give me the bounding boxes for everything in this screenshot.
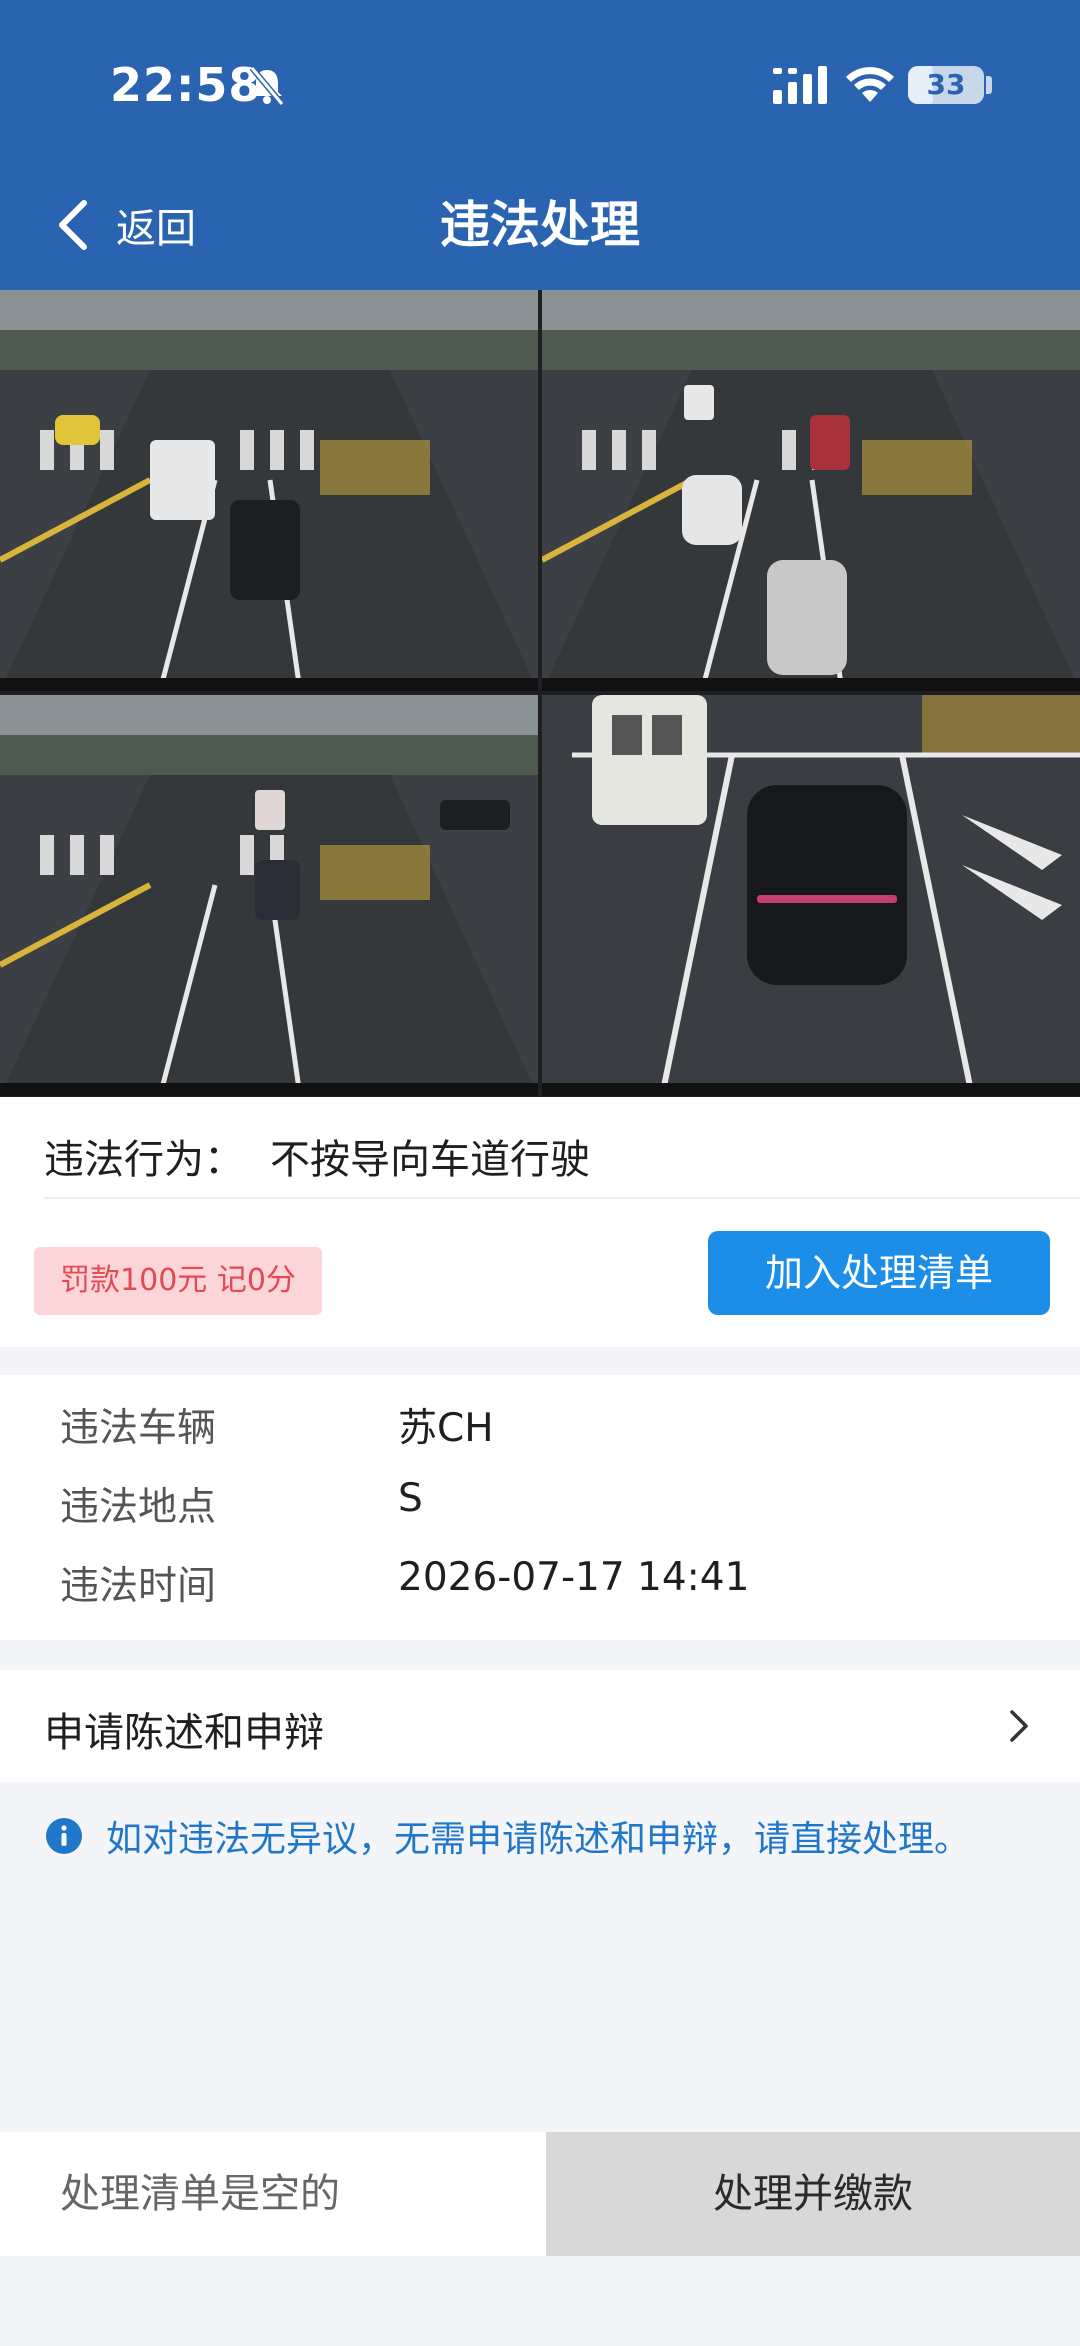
road-camera-image: [0, 290, 538, 691]
violation-behavior-row: 违法行为： 不按导向车道行驶: [44, 1127, 590, 1185]
divider: [44, 1197, 1080, 1199]
road-camera-image: [542, 695, 1080, 1096]
violation-photo[interactable]: [542, 290, 1080, 691]
road-camera-image: [0, 695, 538, 1096]
violation-photo[interactable]: [0, 290, 538, 691]
violation-behavior-value: 不按导向车道行驶: [270, 1137, 590, 1183]
info-circle-icon: [46, 1818, 82, 1854]
battery-nub: [986, 76, 992, 94]
vehicle-label: 违法车辆: [60, 1406, 217, 1451]
appeal-label: 申请陈述和申辩: [44, 1710, 324, 1756]
page-title: 违法处理: [440, 196, 640, 254]
list-status: 处理清单是空的: [0, 2132, 546, 2256]
notice: 如对违法无异议，无需申请陈述和申辩，请直接处理。: [46, 1810, 1056, 1862]
app-header: 22:58 33 返回 违法处理: [0, 0, 1080, 290]
battery-icon: 33: [908, 66, 984, 104]
violation-behavior-label: 违法行为：: [44, 1137, 244, 1183]
process-and-pay-button[interactable]: 处理并缴款: [546, 2132, 1080, 2256]
violation-summary-card: 违法行为： 不按导向车道行驶 罚款100元 记0分 加入处理清单: [0, 1097, 1080, 1347]
chevron-right-icon: [1010, 1710, 1028, 1742]
time-value: 2026-07-17 14:41: [398, 1555, 750, 1600]
violation-details-card: 违法车辆 苏CH 违法地点 S 违法时间 2026-07-17 14:41: [0, 1375, 1080, 1640]
violation-photos: [0, 290, 1080, 1097]
fine-badge: 罚款100元 记0分: [34, 1247, 322, 1315]
signal-icon: [773, 66, 827, 104]
status-time: 22:58: [110, 58, 262, 112]
location-label: 违法地点: [60, 1485, 217, 1530]
add-to-list-button[interactable]: 加入处理清单: [708, 1231, 1050, 1315]
road-camera-image: [542, 290, 1080, 691]
battery-percent: 33: [926, 68, 966, 101]
location-value: S: [398, 1476, 423, 1521]
time-label: 违法时间: [60, 1564, 217, 1609]
notice-text: 如对违法无异议，无需申请陈述和申辩，请直接处理。: [106, 1819, 971, 1860]
vehicle-value: 苏CH: [398, 1406, 494, 1451]
appeal-row[interactable]: 申请陈述和申辩: [0, 1670, 1080, 1782]
violation-photo[interactable]: [0, 695, 538, 1096]
bell-slash-icon: [249, 66, 285, 106]
wifi-icon: [846, 67, 894, 102]
bottom-action-bar: 处理清单是空的 处理并缴款: [0, 2132, 1080, 2256]
violation-photo[interactable]: [542, 695, 1080, 1096]
